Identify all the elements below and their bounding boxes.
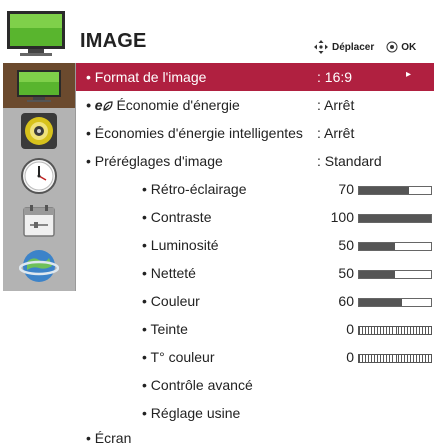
- item-label: • e Économie d'énergie: [86, 97, 240, 113]
- level-bar[interactable]: [358, 242, 432, 251]
- item-label: • Couleur: [142, 293, 200, 309]
- tv-picture-icon: [7, 11, 65, 56]
- menu-item-energy-saving[interactable]: • e Économie d'énergie : Arrêt: [76, 91, 434, 119]
- navigation-label: Déplacer: [332, 41, 375, 53]
- tv-picture-icon: [17, 69, 61, 102]
- ok-button-icon: [386, 41, 398, 53]
- page-title: IMAGE: [80, 30, 147, 52]
- settings-list: • Format de l'image : 16:9 ▸ • e Économi…: [76, 63, 434, 446]
- level-value: 50: [338, 237, 354, 253]
- network-globe-icon: [19, 249, 59, 282]
- chevron-right-icon: ▸: [406, 69, 412, 80]
- header: IMAGE Déplacer OK: [0, 0, 434, 64]
- level-bar[interactable]: [358, 186, 432, 195]
- level-value: 70: [338, 181, 354, 197]
- sidebar-item-picture[interactable]: [3, 63, 75, 108]
- menu-item-screen[interactable]: • Écran: [76, 427, 434, 446]
- level-value: 0: [346, 321, 354, 337]
- item-value: : Arrêt: [317, 125, 355, 141]
- category-sidebar: [3, 63, 76, 291]
- sub-item-sharpness[interactable]: • Netteté 50: [76, 259, 434, 287]
- level-value: 100: [330, 209, 354, 225]
- item-label: • Contraste: [142, 209, 212, 225]
- item-label: • Économies d'énergie intelligentes: [86, 125, 303, 141]
- sub-item-color-temperature[interactable]: • T° couleur 0: [76, 343, 434, 371]
- sub-item-backlight[interactable]: • Rétro-éclairage 70: [76, 175, 434, 203]
- sidebar-item-time[interactable]: [3, 153, 75, 198]
- level-value: 60: [338, 293, 354, 309]
- item-label: • T° couleur: [142, 349, 215, 365]
- menu-item-picture-mode[interactable]: • Préréglages d'image : Standard: [76, 147, 434, 175]
- item-label: • Netteté: [142, 265, 196, 281]
- menu-item-smart-energy[interactable]: • Économies d'énergie intelligentes : Ar…: [76, 119, 434, 147]
- ok-label: OK: [401, 41, 417, 53]
- sub-item-brightness[interactable]: • Luminosité 50: [76, 231, 434, 259]
- navigation-hint: Déplacer OK: [313, 39, 416, 55]
- level-bar[interactable]: [358, 270, 432, 279]
- item-label: • Préréglages d'image: [86, 153, 223, 169]
- level-value: 0: [346, 349, 354, 365]
- item-label: • Contrôle avancé: [142, 377, 253, 393]
- sub-item-factory-reset[interactable]: • Réglage usine: [76, 399, 434, 427]
- settings-window: IMAGE Déplacer OK • Format de l'image: …: [0, 0, 434, 446]
- sub-item-color[interactable]: • Couleur 60: [76, 287, 434, 315]
- speaker-icon: [21, 112, 57, 149]
- sub-item-tint[interactable]: • Teinte 0: [76, 315, 434, 343]
- calendar-options-icon: [23, 204, 55, 237]
- item-label: • Format de l'image: [86, 69, 207, 85]
- item-label: • Rétro-éclairage: [142, 181, 247, 197]
- leaf-icon: [102, 101, 113, 111]
- level-bar[interactable]: [358, 298, 432, 307]
- center-slider[interactable]: [358, 354, 432, 363]
- item-value: : Standard: [317, 153, 382, 169]
- sidebar-item-options[interactable]: [3, 198, 75, 243]
- clock-icon: [21, 157, 57, 194]
- center-slider[interactable]: [358, 326, 432, 335]
- item-label: • Teinte: [142, 321, 188, 337]
- menu-item-format[interactable]: • Format de l'image : 16:9 ▸: [76, 63, 434, 91]
- sidebar-item-sound[interactable]: [3, 108, 75, 153]
- item-value: : Arrêt: [317, 97, 355, 113]
- level-value: 50: [338, 265, 354, 281]
- item-label: • Réglage usine: [142, 405, 241, 421]
- item-value: : 16:9: [317, 69, 353, 85]
- dpad-arrows-icon: [314, 40, 328, 54]
- sub-item-advanced-control[interactable]: • Contrôle avancé: [76, 371, 434, 399]
- level-bar[interactable]: [358, 214, 432, 223]
- sub-item-contrast[interactable]: • Contraste 100: [76, 203, 434, 231]
- sidebar-item-network[interactable]: [3, 243, 75, 288]
- item-label: • Écran: [86, 430, 132, 446]
- item-label: • Luminosité: [142, 237, 219, 253]
